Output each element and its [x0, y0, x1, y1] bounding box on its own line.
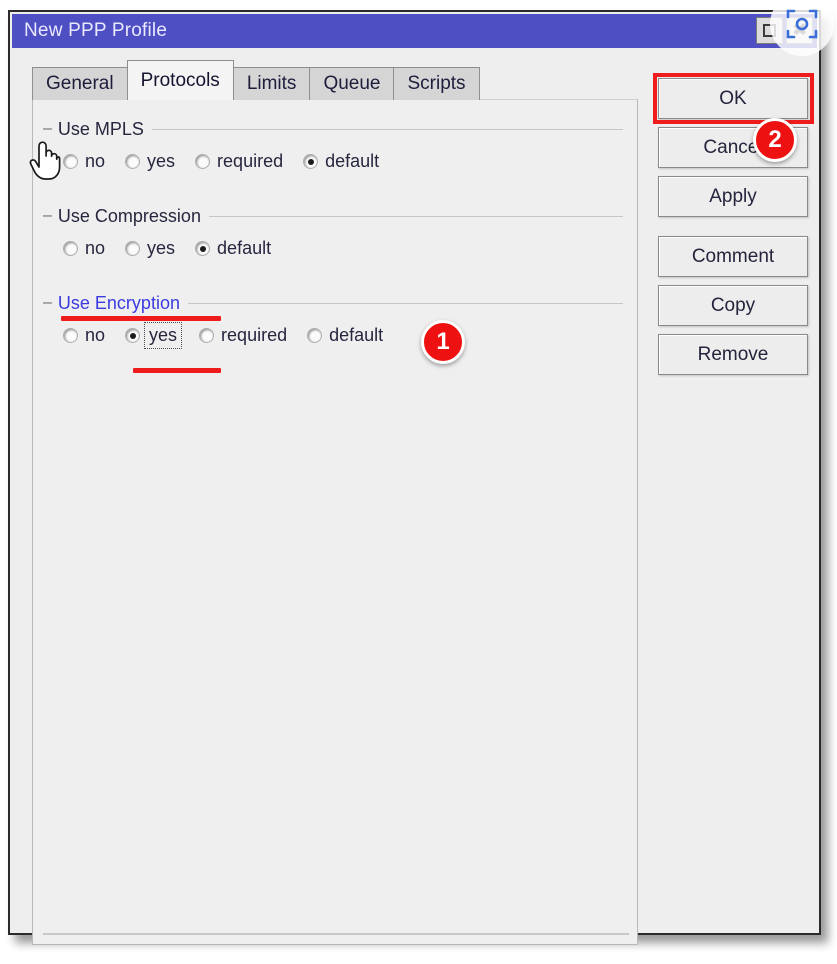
group-divider-line — [208, 215, 623, 217]
ppp-profile-window: New PPP Profile ✖ General Protocols Limi… — [8, 10, 821, 945]
use-mpls-radio-row: no yes required default — [33, 151, 637, 172]
copy-button[interactable]: Copy — [658, 285, 808, 326]
annotation-badge-2: 2 — [753, 118, 797, 162]
group-use-compression-header: – Use Compression — [33, 205, 637, 227]
tab-strip: General Protocols Limits Queue Scripts — [32, 60, 480, 100]
group-use-mpls: – Use MPLS no yes required default — [33, 118, 637, 172]
copy-button-label: Copy — [710, 294, 756, 316]
radio-icon — [125, 154, 141, 169]
ok-button[interactable]: OK — [658, 78, 808, 119]
group-use-encryption: – Use Encryption no yes required default — [33, 292, 637, 373]
annotation-underline-encryption-title — [61, 316, 221, 321]
radio-icon-selected — [195, 241, 211, 256]
use-compression-radio-row: no yes default — [33, 238, 637, 259]
radio-label: no — [85, 325, 106, 345]
radio-icon — [307, 328, 323, 343]
radio-icon-selected — [125, 328, 141, 343]
group-collapse-dash-icon: – — [43, 207, 52, 224]
use-encryption-radio-row: no yes required default — [33, 322, 637, 349]
use-compression-option-default[interactable]: default — [195, 238, 271, 259]
window-title: New PPP Profile — [24, 20, 168, 41]
annotation-badge-1: 1 — [421, 320, 465, 364]
radio-icon — [63, 241, 78, 256]
use-mpls-option-no[interactable]: no — [63, 151, 105, 172]
ok-button-label: OK — [719, 87, 747, 109]
group-use-compression: – Use Compression no yes default — [33, 205, 637, 259]
group-use-mpls-title: Use MPLS — [57, 118, 144, 139]
window-titlebar: New PPP Profile ✖ — [12, 14, 817, 48]
remove-button-label: Remove — [697, 343, 769, 365]
group-use-mpls-header: – Use MPLS — [33, 118, 637, 140]
protocols-tab-panel: – Use MPLS no yes required default – Use… — [32, 99, 638, 945]
radio-icon — [63, 328, 78, 343]
tab-scripts[interactable]: Scripts — [393, 67, 480, 100]
radio-label: yes — [147, 238, 176, 258]
tab-limits-label: Limits — [246, 73, 297, 94]
radio-label: default — [217, 238, 272, 258]
group-collapse-dash-icon: – — [43, 294, 52, 311]
tab-scripts-label: Scripts — [407, 73, 466, 94]
screenshot-capture-overlay[interactable] — [770, 0, 834, 56]
tab-queue-label: Queue — [323, 73, 381, 94]
group-divider-line — [187, 302, 623, 304]
tab-protocols-label: Protocols — [140, 69, 220, 91]
radio-label: yes — [144, 322, 183, 349]
radio-label: yes — [147, 151, 176, 171]
use-encryption-option-yes[interactable]: yes — [125, 322, 183, 349]
radio-icon — [63, 154, 78, 169]
radio-label: default — [329, 325, 384, 345]
tab-limits[interactable]: Limits — [232, 67, 311, 100]
radio-label: no — [85, 151, 106, 171]
group-divider-line — [151, 128, 623, 130]
screenshot-capture-icon — [786, 9, 818, 39]
radio-icon — [199, 328, 215, 343]
use-mpls-option-default[interactable]: default — [303, 151, 379, 172]
radio-icon-selected — [303, 154, 319, 169]
use-encryption-option-no[interactable]: no — [63, 325, 105, 346]
radio-label: no — [85, 238, 106, 258]
apply-button-label: Apply — [709, 185, 757, 207]
group-use-compression-title: Use Compression — [57, 205, 201, 226]
radio-icon — [125, 241, 141, 256]
use-compression-option-no[interactable]: no — [63, 238, 105, 259]
annotation-underline-encryption-yes — [133, 368, 221, 373]
use-compression-option-yes[interactable]: yes — [125, 238, 175, 259]
group-collapse-dash-icon: – — [43, 120, 52, 137]
tab-queue[interactable]: Queue — [309, 67, 395, 100]
tab-general-label: General — [46, 73, 114, 94]
use-mpls-option-yes[interactable]: yes — [125, 151, 175, 172]
use-encryption-option-required[interactable]: required — [199, 325, 287, 346]
panel-bottom-divider — [43, 933, 629, 935]
remove-button[interactable]: Remove — [658, 334, 808, 375]
radio-label: default — [325, 151, 380, 171]
group-use-encryption-header: – Use Encryption — [33, 292, 637, 314]
use-mpls-option-required[interactable]: required — [195, 151, 283, 172]
tab-protocols[interactable]: Protocols — [126, 60, 234, 100]
group-use-encryption-title: Use Encryption — [57, 292, 180, 313]
radio-icon — [195, 154, 211, 169]
comment-button-label: Comment — [691, 245, 775, 267]
screenshot-root: New PPP Profile ✖ General Protocols Limi… — [0, 0, 837, 964]
tab-general[interactable]: General — [32, 67, 128, 100]
use-encryption-option-default[interactable]: default — [307, 325, 383, 346]
apply-button[interactable]: Apply — [658, 176, 808, 217]
radio-label: required — [217, 151, 284, 171]
radio-label: required — [221, 325, 288, 345]
comment-button[interactable]: Comment — [658, 236, 808, 277]
